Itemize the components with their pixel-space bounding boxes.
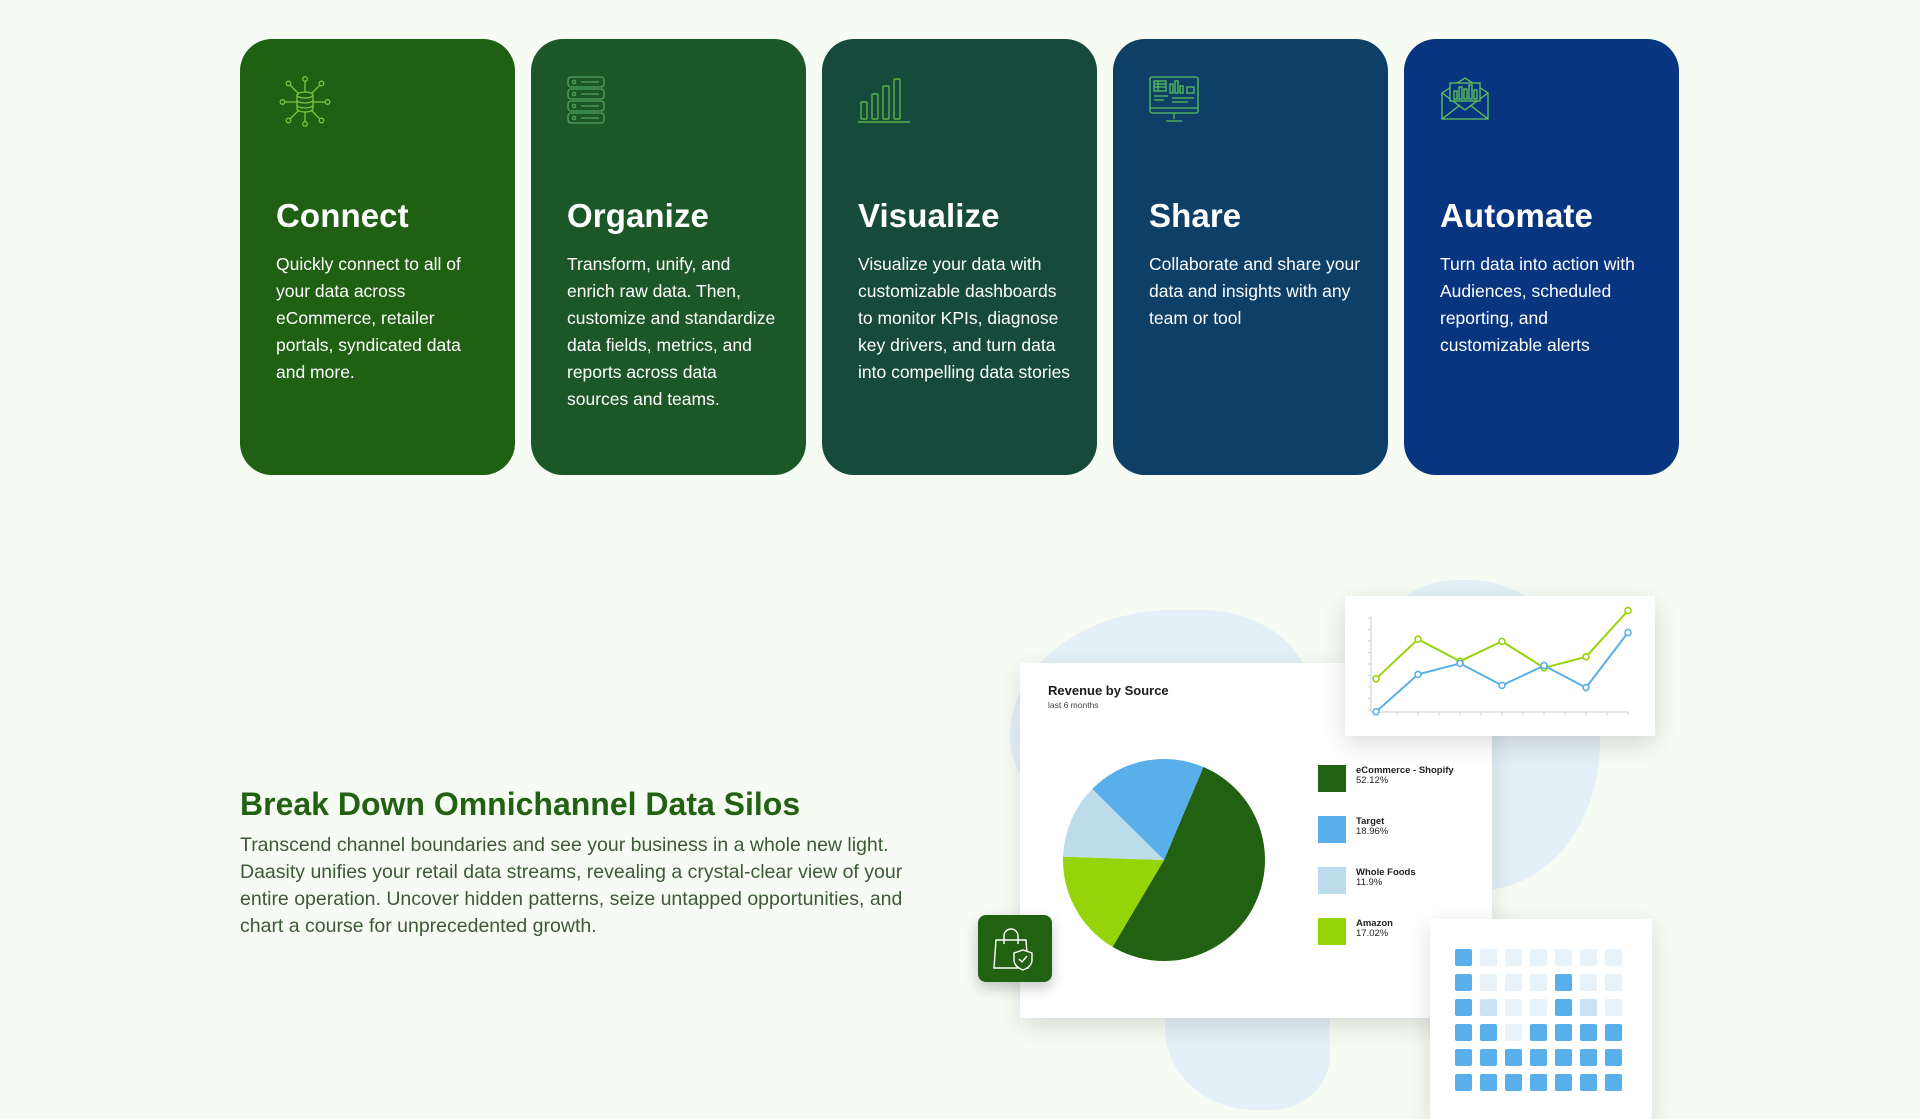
heatmap-cell (1555, 1024, 1572, 1041)
heatmap-cell (1580, 1074, 1597, 1091)
legend-item: eCommerce - Shopify 52.12% (1318, 765, 1454, 816)
heatmap-cell (1455, 949, 1472, 966)
heatmap-cell (1605, 1074, 1622, 1091)
heatmap-cell (1580, 949, 1597, 966)
heatmap-cell (1555, 1074, 1572, 1091)
card-title: Share (1149, 197, 1242, 234)
heatmap-cell (1505, 999, 1522, 1016)
legend-item: Target 18.96% (1318, 816, 1454, 867)
card-body: Visualize your data with customizable da… (858, 254, 1071, 382)
card-body: Transform, unify, and enrich raw data. T… (567, 254, 776, 409)
data-point (1624, 606, 1632, 615)
section-body: Transcend channel boundaries and see you… (240, 834, 903, 937)
dashboard-illustration: Revenue by Source last 6 months eCommerc… (970, 570, 1670, 1119)
dashboard-monitor-icon (1149, 75, 1207, 129)
heatmap-cell (1480, 949, 1497, 966)
section-title: Break Down Omnichannel Data Silos (240, 786, 801, 822)
heatmap-cell (1555, 974, 1572, 991)
card-body: Collaborate and share your data and insi… (1149, 254, 1361, 328)
card-title: Connect (276, 197, 409, 234)
heatmap-cell (1580, 974, 1597, 991)
legend-swatch (1318, 918, 1346, 945)
data-point (1372, 708, 1380, 716)
legend-item: Whole Foods 11.9% (1318, 867, 1454, 918)
heatmap-cell (1605, 1024, 1622, 1041)
legend-pct: 17.02% (1356, 928, 1389, 939)
data-point (1498, 681, 1506, 690)
heatmap-cell (1455, 1024, 1472, 1041)
heatmap-cell (1505, 1074, 1522, 1091)
data-point (1582, 652, 1590, 661)
heatmap-cell (1530, 1049, 1547, 1066)
feature-cards: Connect Quickly connect to all of your d… (240, 39, 1679, 475)
heatmap-cell (1555, 999, 1572, 1016)
card-title: Organize (567, 197, 710, 234)
line-chart-card (1345, 596, 1655, 736)
legend-swatch (1318, 867, 1346, 894)
heatmap-cell (1480, 999, 1497, 1016)
card-visualize[interactable]: Visualize Visualize your data with custo… (822, 39, 1097, 475)
card-body: Quickly connect to all of your data acro… (276, 254, 461, 382)
card-organize[interactable]: Organize Transform, unify, and enrich ra… (531, 39, 806, 475)
heatmap-cell (1580, 1049, 1597, 1066)
heatmap-card (1430, 919, 1652, 1119)
heatmap-cell (1480, 974, 1497, 991)
data-point (1456, 659, 1464, 668)
legend-pct: 18.96% (1356, 826, 1389, 837)
mail-chart-icon (1440, 75, 1498, 129)
data-point (1540, 661, 1548, 670)
heatmap-cell (1530, 974, 1547, 991)
data-point (1498, 637, 1506, 646)
database-network-icon (276, 75, 334, 129)
heatmap-cell (1505, 1049, 1522, 1066)
heatmap-cell (1530, 1024, 1547, 1041)
card-share[interactable]: Share Collaborate and share your data an… (1113, 39, 1388, 475)
heatmap-cell (1505, 1024, 1522, 1041)
heatmap-cell (1530, 1074, 1547, 1091)
heatmap-cell (1605, 974, 1622, 991)
card-automate[interactable]: Automate Turn data into action with Audi… (1404, 39, 1679, 475)
line-chart (1368, 606, 1632, 716)
heatmap-cell (1555, 949, 1572, 966)
heatmap-cell (1455, 974, 1472, 991)
heatmap-cell (1480, 1024, 1497, 1041)
data-point (1624, 628, 1632, 637)
data-point (1414, 635, 1422, 644)
heatmap-cell (1555, 1049, 1572, 1066)
legend-pct: 52.12% (1356, 775, 1389, 786)
heatmap-cell (1580, 1024, 1597, 1041)
heatmap-cell (1580, 999, 1597, 1016)
bar-chart-icon (858, 75, 916, 129)
data-point (1372, 675, 1380, 683)
data-point (1414, 670, 1422, 679)
heatmap-cell (1505, 949, 1522, 966)
card-body: Turn data into action with Audiences, sc… (1440, 254, 1635, 355)
heatmap-cell (1505, 974, 1522, 991)
heatmap-cell (1605, 999, 1622, 1016)
heatmap-cell (1605, 949, 1622, 966)
shopping-bag-shield-icon (978, 915, 1052, 982)
legend-swatch (1318, 765, 1346, 792)
heatmap-cell (1480, 1074, 1497, 1091)
heatmap-cell (1530, 999, 1547, 1016)
heatmap-grid (1455, 949, 1622, 1091)
heatmap-cell (1455, 999, 1472, 1016)
heatmap-cell (1455, 1049, 1472, 1066)
heatmap-cell (1480, 1049, 1497, 1066)
legend-swatch (1318, 816, 1346, 843)
card-title: Automate (1440, 197, 1593, 234)
server-stack-icon (567, 75, 625, 129)
heatmap-cell (1605, 1049, 1622, 1066)
heatmap-cell (1530, 949, 1547, 966)
legend-pct: 11.9% (1356, 877, 1383, 888)
heatmap-cell (1455, 1074, 1472, 1091)
card-title: Visualize (858, 197, 1000, 234)
card-connect[interactable]: Connect Quickly connect to all of your d… (240, 39, 515, 475)
data-point (1582, 683, 1590, 692)
